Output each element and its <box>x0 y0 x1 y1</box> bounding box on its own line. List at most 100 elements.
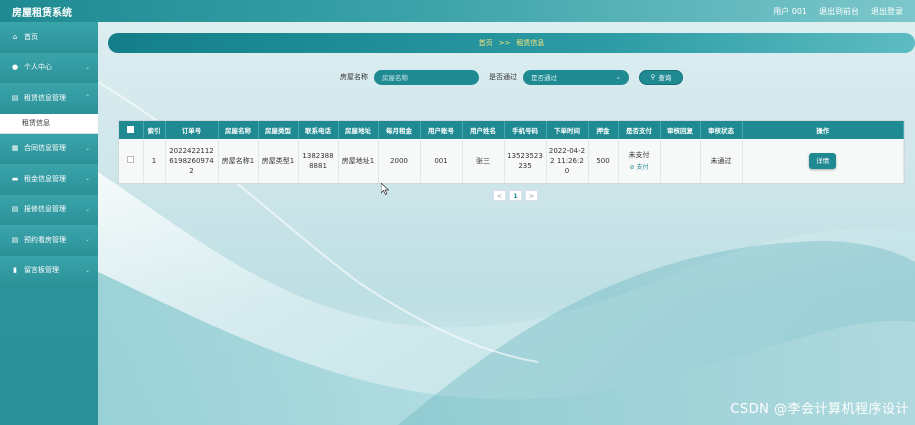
col-header: 押金 <box>588 121 619 139</box>
doc-icon: ▤ <box>11 205 19 214</box>
col-header: 房屋地址 <box>338 121 379 139</box>
col-header: 索引 <box>143 121 166 139</box>
col-header: 订单号 <box>165 121 219 139</box>
sidebar: ⌂ 首页 ● 个人中心 ⌄ ▤ 租赁信息管理 ⌃ 租赁信息 ▦ 合同信息管理 ⌄… <box>0 22 98 425</box>
house-name-input[interactable]: 房屋名称 <box>374 69 479 85</box>
sidebar-item-viewing[interactable]: ▤ 预约看房管理 ⌄ <box>0 225 98 256</box>
chevron-down-icon: ⌄ <box>84 205 90 213</box>
top-header: 房屋租赁系统 用户 001 退出到前台 退出登录 <box>0 0 915 22</box>
search-button[interactable]: ⚲ 查询 <box>639 69 683 85</box>
cell-index: 1 <box>143 139 166 183</box>
house-name-label: 房屋名称 <box>340 73 368 81</box>
app-title: 房屋租赁系统 <box>12 7 72 19</box>
cell-address: 房屋地址1 <box>338 139 379 183</box>
chevron-down-icon: ⌄ <box>84 266 90 274</box>
cell-order-time: 2022-04-22 11:26:20 <box>546 139 589 183</box>
cell-reply <box>660 139 701 183</box>
page-number[interactable]: 1 <box>509 190 522 201</box>
sidebar-item-rent[interactable]: ▬ 租金信息管理 ⌄ <box>0 164 98 195</box>
col-header: 操作 <box>742 121 904 139</box>
sidebar-item-label: 个人中心 <box>24 63 52 72</box>
pagination: < 1 > <box>493 190 538 201</box>
sidebar-item-label: 留言板管理 <box>24 266 59 275</box>
cell-house-name: 房屋名称1 <box>218 139 259 183</box>
pay-link-label: 支付 <box>636 163 649 171</box>
chevron-down-icon: ⌄ <box>84 236 90 244</box>
chevron-down-icon: ⌄ <box>84 144 90 152</box>
row-checkbox[interactable] <box>127 156 135 163</box>
card-icon: ▬ <box>11 174 19 183</box>
chevron-down-icon: ⌄ <box>84 63 90 71</box>
table-row: 1 202242211261982609742 房屋名称1 房屋类型1 1382… <box>119 139 904 183</box>
cell-status: 未通过 <box>700 139 743 183</box>
sidebar-item-label: 合同信息管理 <box>24 144 66 153</box>
passed-label: 是否通过 <box>489 73 517 81</box>
search-bar: 房屋名称 房屋名称 是否通过 是否通过 ⌄ ⚲ 查询 <box>340 69 683 85</box>
chevron-up-icon: ⌃ <box>84 94 90 102</box>
select-all-checkbox[interactable] <box>127 125 135 133</box>
breadcrumb-separator: >> <box>498 39 511 47</box>
table-header-row: 索引 订单号 房屋名称 房屋类型 联系电话 房屋地址 每月租金 用户账号 用户姓… <box>119 121 904 139</box>
col-header: 下单时间 <box>546 121 589 139</box>
sidebar-item-label: 预约看房管理 <box>24 235 66 244</box>
sidebar-item-label: 首页 <box>24 32 38 41</box>
user-icon: ● <box>11 63 19 72</box>
doc-icon: ▤ <box>11 93 19 102</box>
prev-page-button[interactable]: < <box>493 190 506 201</box>
search-button-label: 查询 <box>658 74 672 82</box>
header-actions: 用户 001 退出到前台 退出登录 <box>773 6 903 17</box>
chart-icon: ▮ <box>13 266 17 275</box>
row-select-cell[interactable] <box>119 139 144 183</box>
passed-select[interactable]: 是否通过 ⌄ <box>523 69 629 85</box>
cell-paid: 未支付 ⊘ 支付 <box>618 139 661 183</box>
cell-order-no: 202242211261982609742 <box>165 139 219 183</box>
user-label[interactable]: 用户 001 <box>773 6 807 17</box>
sidebar-item-contract[interactable]: ▦ 合同信息管理 ⌄ <box>0 133 98 164</box>
chevron-down-icon: ⌄ <box>84 175 90 183</box>
cell-deposit: 500 <box>588 139 619 183</box>
grid-icon: ▦ <box>11 144 19 153</box>
paid-status: 未支付 <box>628 150 650 159</box>
col-header: 用户姓名 <box>462 121 505 139</box>
col-header: 房屋类型 <box>258 121 299 139</box>
data-table: 索引 订单号 房屋名称 房屋类型 联系电话 房屋地址 每月租金 用户账号 用户姓… <box>118 120 905 184</box>
search-icon: ⚲ <box>650 73 656 81</box>
col-header: 是否支付 <box>618 121 661 139</box>
col-header: 手机号码 <box>504 121 547 139</box>
watermark: CSDN @李会计算机程序设计 <box>730 402 909 417</box>
sidebar-item-rental[interactable]: ▤ 租赁信息管理 ⌃ <box>0 83 98 114</box>
col-header: 房屋名称 <box>218 121 259 139</box>
col-header: 用户账号 <box>420 121 463 139</box>
col-header: 联系电话 <box>298 121 339 139</box>
sidebar-item-home[interactable]: ⌂ 首页 <box>0 22 98 53</box>
cell-user-name: 张三 <box>462 139 505 183</box>
select-all-cell[interactable] <box>119 121 144 139</box>
breadcrumb-home[interactable]: 首页 <box>479 38 493 48</box>
passed-select-value: 是否通过 <box>531 74 557 82</box>
col-header: 审核回复 <box>660 121 701 139</box>
cell-house-type: 房屋类型1 <box>258 139 299 183</box>
cell-account: 001 <box>420 139 463 183</box>
cell-mobile: 13523523235 <box>504 139 547 183</box>
submenu-item-rental-info[interactable]: 租赁信息 <box>0 113 98 134</box>
cell-phone: 13823888881 <box>298 139 339 183</box>
breadcrumb-current: 租赁信息 <box>516 39 545 47</box>
sidebar-item-label: 租赁信息管理 <box>24 93 66 102</box>
sidebar-item-profile[interactable]: ● 个人中心 ⌄ <box>0 52 98 83</box>
mouse-cursor-icon <box>381 183 389 195</box>
sidebar-item-repair[interactable]: ▤ 报修信息管理 ⌄ <box>0 194 98 225</box>
col-header: 每月租金 <box>378 121 421 139</box>
next-page-button[interactable]: > <box>525 190 538 201</box>
col-header: 审核状态 <box>700 121 743 139</box>
sidebar-item-messages[interactable]: ▮ 留言板管理 ⌄ <box>0 255 98 286</box>
detail-button[interactable]: 详情 <box>809 153 837 169</box>
logout-link[interactable]: 退出登录 <box>871 6 903 17</box>
doc-icon: ▤ <box>11 235 19 244</box>
sidebar-item-label: 报修信息管理 <box>24 205 66 214</box>
breadcrumb: 首页 >> 租赁信息 <box>108 33 915 53</box>
chevron-down-icon: ⌄ <box>615 73 621 81</box>
cell-rent: 2000 <box>378 139 421 183</box>
home-icon: ⌂ <box>12 32 18 41</box>
pay-link[interactable]: ⊘ 支付 <box>621 163 658 173</box>
back-to-front-link[interactable]: 退出到前台 <box>819 6 859 17</box>
